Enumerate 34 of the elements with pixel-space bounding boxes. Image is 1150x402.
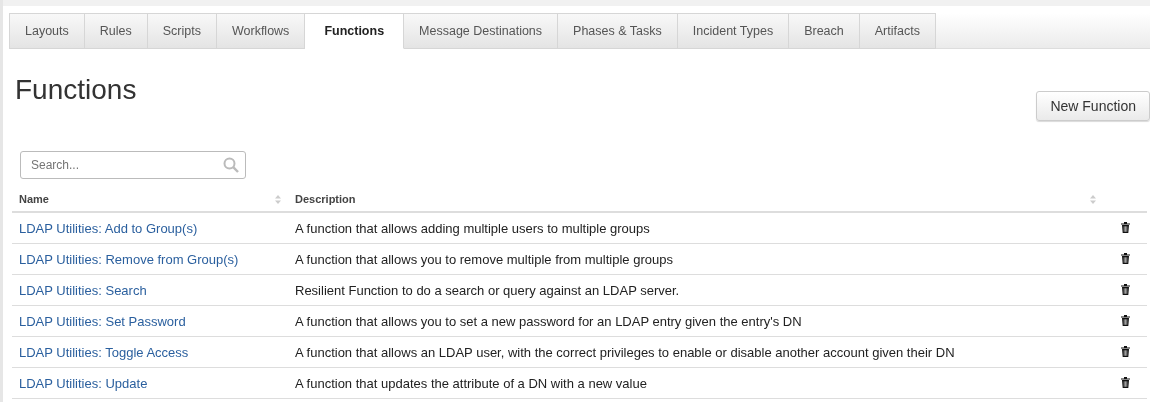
trash-icon[interactable] [1120, 283, 1130, 295]
trash-icon[interactable] [1120, 314, 1130, 326]
function-link[interactable]: LDAP Utilities: Set Password [19, 313, 186, 329]
function-link[interactable]: LDAP Utilities: Search [19, 282, 147, 298]
trash-icon[interactable] [1120, 376, 1130, 388]
tab[interactable]: Rules [84, 13, 148, 49]
table-cell: A function that updates the attribute of a DN with a new value [295, 375, 647, 391]
tab[interactable]: Incident Types [677, 13, 790, 49]
tab[interactable]: Phases & Tasks [558, 13, 678, 49]
page-title: Functions [15, 74, 137, 107]
tab[interactable]: Breach [789, 13, 860, 49]
tab[interactable]: Workflows [216, 13, 306, 49]
tab[interactable]: Artifacts [859, 13, 936, 49]
tab[interactable]: Layouts [9, 13, 85, 49]
table-cell: A function that allows you to remove multiple from multiple groups [295, 251, 673, 267]
table-cell: A function that allows adding multiple users to multiple groups [295, 220, 650, 236]
function-link[interactable]: LDAP Utilities: Update [19, 375, 148, 391]
tab[interactable]: Scripts [147, 13, 217, 49]
column-header[interactable]: Description [295, 193, 356, 205]
table-cell: A function that allows you to set a new password for an LDAP entry given the entry's DN [295, 313, 802, 329]
table-cell: A function that allows an LDAP user, with the correct privileges to enable or disable another account given their DN [295, 344, 955, 360]
trash-icon[interactable] [1120, 221, 1130, 233]
tab[interactable]: Functions [305, 13, 405, 49]
new-function-button[interactable]: New Function [1036, 91, 1150, 121]
table-cell: Resilient Function to do a search or query against an LDAP server. [295, 282, 680, 298]
function-link[interactable]: LDAP Utilities: Remove from Group(s) [19, 251, 239, 267]
search-icon [223, 157, 239, 173]
trash-icon[interactable] [1120, 345, 1130, 357]
function-link[interactable]: LDAP Utilities: Toggle Access [19, 344, 189, 360]
search-field[interactable]: Search... [20, 151, 246, 179]
trash-icon[interactable] [1120, 252, 1130, 264]
tab[interactable]: Message Destinations [404, 13, 559, 49]
column-header[interactable]: Name [19, 193, 49, 205]
function-link[interactable]: LDAP Utilities: Add to Group(s) [19, 220, 198, 236]
